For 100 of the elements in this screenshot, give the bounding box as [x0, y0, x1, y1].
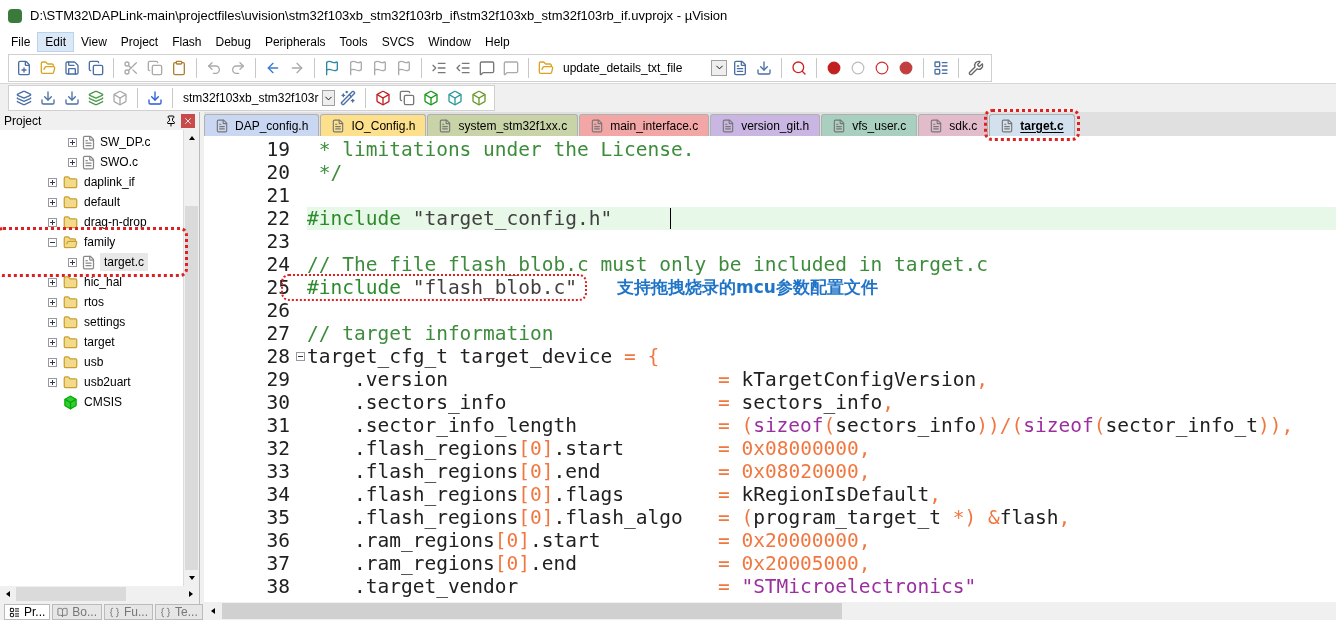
dropdown-icon — [711, 59, 727, 76]
expand-icon[interactable] — [48, 377, 57, 387]
menu-item[interactable]: Tools — [332, 32, 375, 52]
tree-item[interactable]: rtos — [84, 293, 104, 311]
code-line: #include "flash_blob.c" — [307, 278, 578, 297]
panel-title: Project — [4, 113, 42, 130]
panel-tab[interactable]: Fu... — [104, 604, 154, 620]
close-icon[interactable] — [181, 114, 195, 128]
tree-item[interactable]: family — [84, 233, 116, 251]
folder-icon — [63, 374, 78, 390]
code-line: */ — [317, 163, 343, 182]
scrollbar[interactable] — [183, 130, 199, 586]
expand-icon[interactable] — [48, 217, 57, 227]
code-line: .flash_regions[0].end = 0x08020000, — [352, 462, 871, 481]
expand-icon[interactable] — [48, 337, 57, 347]
tree-item[interactable]: target.c — [100, 253, 149, 271]
folder-icon — [63, 234, 78, 250]
tree-item[interactable]: usb — [84, 353, 104, 371]
expand-icon[interactable] — [48, 317, 57, 327]
file-icon — [215, 118, 229, 133]
code-line: .ram_regions[0].end = 0x20005000, — [352, 554, 871, 573]
menu-item[interactable]: Peripherals — [257, 32, 333, 52]
line-number: 32 — [265, 437, 291, 460]
panel-tab[interactable]: Bo... — [52, 604, 103, 620]
tree-item[interactable]: settings — [84, 313, 126, 331]
tree-item[interactable]: SW_DP.c — [100, 133, 151, 151]
file-icon — [81, 254, 96, 270]
scroll-arrow-icon[interactable] — [4, 590, 12, 598]
line-number: 38 — [265, 575, 291, 598]
tree-item[interactable]: SWO.c — [100, 153, 138, 171]
editor-tab[interactable]: version_git.h — [710, 114, 821, 136]
line-number: 24 — [265, 253, 291, 276]
scrollbar[interactable] — [0, 586, 199, 602]
expand-icon[interactable] — [68, 157, 77, 167]
panel-tab[interactable]: Te... — [155, 604, 203, 620]
collapse-icon[interactable] — [48, 237, 57, 247]
scroll-arrow-icon[interactable] — [209, 607, 217, 615]
expand-icon[interactable] — [48, 197, 57, 207]
tree-item[interactable]: hic_hal — [84, 273, 123, 291]
folder-icon — [63, 354, 78, 370]
expand-icon[interactable] — [48, 177, 57, 187]
editor-tab[interactable]: target.c — [989, 114, 1075, 136]
code-line: .target_vendor = "STMicroelectronics" — [352, 577, 977, 596]
panel-tab[interactable]: Pr... — [4, 604, 51, 620]
code-line: .version = kTargetConfigVersion, — [352, 370, 988, 389]
folder-icon — [63, 214, 78, 230]
code-line: #include "target_config.h" — [307, 209, 613, 228]
tree-item[interactable]: usb2uart — [84, 373, 131, 391]
expand-icon[interactable] — [48, 277, 57, 287]
menu-item[interactable]: SVCS — [374, 32, 422, 52]
code-editor[interactable] — [204, 136, 1336, 602]
folder-icon — [63, 314, 78, 330]
line-number: 31 — [265, 414, 291, 437]
menu-item[interactable]: Debug — [208, 32, 258, 52]
list-icon — [9, 606, 20, 618]
folder-icon — [63, 274, 78, 290]
menu-item[interactable]: Project — [113, 32, 166, 52]
line-number: 26 — [265, 299, 291, 322]
code-line: // The file flash_blob.c must only be included in target.c — [307, 255, 988, 274]
scroll-arrow-icon[interactable] — [187, 134, 196, 142]
tree-item[interactable]: default — [84, 193, 121, 211]
tree-item[interactable]: target — [84, 333, 115, 351]
editor-tab[interactable]: main_interface.c — [579, 114, 710, 136]
editor-tab[interactable]: vfs_user.c — [821, 114, 918, 136]
pin-icon[interactable] — [165, 115, 177, 127]
expand-icon[interactable] — [68, 257, 77, 267]
file-icon — [331, 118, 346, 133]
line-number: 28 — [265, 345, 291, 368]
line-number: 21 — [265, 184, 291, 207]
tree-item[interactable]: daplink_if — [84, 173, 135, 191]
menu-item[interactable]: Window — [421, 32, 478, 52]
tree-item[interactable]: drag-n-drop — [84, 213, 147, 231]
menu-item[interactable]: Help — [478, 32, 517, 52]
line-number: 33 — [265, 460, 291, 483]
line-number: 35 — [265, 506, 291, 529]
editor-tab[interactable]: sdk.c — [918, 114, 989, 136]
component-icon — [63, 394, 78, 410]
expand-icon[interactable] — [48, 297, 57, 307]
code-line: * limitations under the License. — [317, 140, 695, 159]
menu-item[interactable]: File — [4, 32, 38, 52]
file-icon — [590, 118, 605, 133]
code-line: .flash_regions[0].flash_algo = (program_target_t *) &flash, — [352, 508, 1071, 527]
collapse-icon[interactable] — [296, 352, 305, 361]
tree-item[interactable]: CMSIS — [84, 393, 122, 411]
file-icon — [81, 134, 96, 150]
editor-tab[interactable]: system_stm32f1xx.c — [427, 114, 579, 136]
editor-tab[interactable]: DAP_config.h — [204, 114, 320, 136]
line-number: 20 — [265, 161, 291, 184]
expand-icon[interactable] — [48, 357, 57, 367]
code-line: .flash_regions[0].start = 0x08000000, — [352, 439, 871, 458]
braces-icon — [160, 606, 172, 618]
braces-icon — [109, 606, 121, 618]
expand-icon[interactable] — [68, 137, 77, 147]
menu-item[interactable]: View — [74, 32, 114, 52]
folder-icon — [63, 294, 78, 310]
editor-tab[interactable]: IO_Config.h — [320, 114, 427, 136]
line-number: 34 — [265, 483, 291, 506]
menu-item[interactable]: Edit — [37, 32, 75, 52]
menu-item[interactable]: Flash — [165, 32, 209, 52]
line-number: 37 — [265, 552, 291, 575]
